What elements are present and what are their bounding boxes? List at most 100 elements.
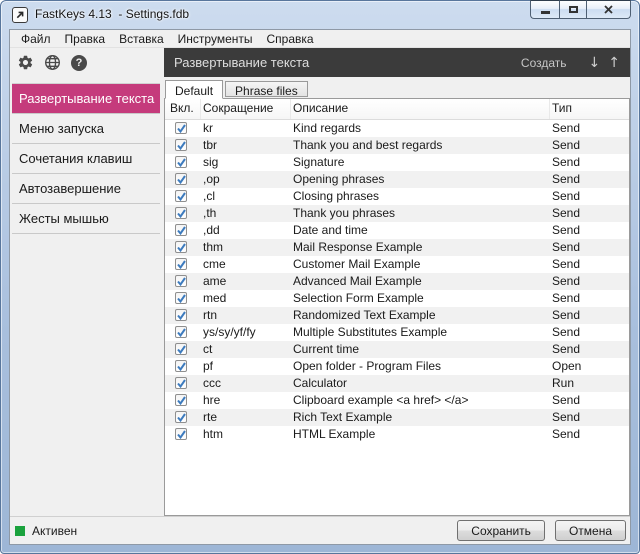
help-icon[interactable]: ?	[70, 54, 88, 72]
description-cell: Open folder - Program Files	[291, 358, 550, 375]
row-checkbox[interactable]	[175, 156, 187, 168]
type-cell: Send	[550, 426, 629, 443]
tab-phrase-files[interactable]: Phrase files	[225, 81, 308, 97]
cancel-button[interactable]: Отмена	[555, 520, 626, 541]
checkbox-cell	[165, 120, 201, 137]
description-cell: Calculator	[291, 375, 550, 392]
sidebar-list: Развертывание текстаМеню запускаСочетани…	[12, 83, 160, 234]
table-row[interactable]: sigSignatureSend	[165, 154, 629, 171]
table-row[interactable]: hreClipboard example <a href> </a>Send	[165, 392, 629, 409]
section-title: Развертывание текста	[174, 55, 521, 70]
row-checkbox[interactable]	[175, 411, 187, 423]
save-button[interactable]: Сохранить	[457, 520, 545, 541]
title-bar[interactable]: FastKeys 4.13 - Settings.fdb	[1, 1, 639, 29]
table-row[interactable]: ys/sy/yf/fyMultiple Substitutes ExampleS…	[165, 324, 629, 341]
type-cell: Send	[550, 341, 629, 358]
maximize-icon[interactable]	[559, 0, 586, 19]
menu-item[interactable]: Справка	[260, 30, 321, 48]
type-cell: Send	[550, 154, 629, 171]
abbreviation-cell: cme	[201, 256, 291, 273]
table-row[interactable]: ctCurrent timeSend	[165, 341, 629, 358]
row-checkbox[interactable]	[175, 326, 187, 338]
table-row[interactable]: thmMail Response ExampleSend	[165, 239, 629, 256]
sidebar-item[interactable]: Развертывание текста	[12, 84, 160, 114]
minimize-icon[interactable]	[530, 0, 559, 19]
create-button[interactable]: Создать	[521, 56, 567, 70]
type-cell: Send	[550, 256, 629, 273]
description-cell: Opening phrases	[291, 171, 550, 188]
type-cell: Send	[550, 409, 629, 426]
description-cell: Multiple Substitutes Example	[291, 324, 550, 341]
table-row[interactable]: ,clClosing phrasesSend	[165, 188, 629, 205]
row-checkbox[interactable]	[175, 343, 187, 355]
row-checkbox[interactable]	[175, 190, 187, 202]
description-cell: Rich Text Example	[291, 409, 550, 426]
abbreviation-cell: ,th	[201, 205, 291, 222]
table-row[interactable]: htmHTML ExampleSend	[165, 426, 629, 443]
sidebar-item[interactable]: Жесты мышью	[12, 204, 160, 234]
menu-item[interactable]: Правка	[58, 30, 113, 48]
table-row[interactable]: ameAdvanced Mail ExampleSend	[165, 273, 629, 290]
type-cell: Send	[550, 273, 629, 290]
table-row[interactable]: rteRich Text ExampleSend	[165, 409, 629, 426]
checkbox-cell	[165, 171, 201, 188]
row-checkbox[interactable]	[175, 275, 187, 287]
row-checkbox[interactable]	[175, 394, 187, 406]
row-checkbox[interactable]	[175, 224, 187, 236]
abbreviation-cell: ccc	[201, 375, 291, 392]
row-checkbox[interactable]	[175, 241, 187, 253]
move-down-icon[interactable]: ↓	[589, 55, 601, 71]
gear-icon[interactable]	[16, 54, 34, 72]
abbreviation-cell: ys/sy/yf/fy	[201, 324, 291, 341]
menu-item[interactable]: Инструменты	[171, 30, 260, 48]
table-row[interactable]: cmeCustomer Mail ExampleSend	[165, 256, 629, 273]
move-up-icon[interactable]: ↑	[608, 55, 620, 71]
abbreviation-cell: ,cl	[201, 188, 291, 205]
sidebar-item[interactable]: Автозавершение	[12, 174, 160, 204]
row-checkbox[interactable]	[175, 377, 187, 389]
menu-item[interactable]: Файл	[14, 30, 58, 48]
globe-icon[interactable]	[43, 54, 61, 72]
checkbox-cell	[165, 426, 201, 443]
table-row[interactable]: krKind regardsSend	[165, 120, 629, 137]
description-cell: Kind regards	[291, 120, 550, 137]
client-area: ФайлПравкаВставкаИнструментыСправка ? Ра…	[9, 29, 631, 545]
row-checkbox[interactable]	[175, 122, 187, 134]
column-header: Вкл.	[165, 99, 201, 119]
row-checkbox[interactable]	[175, 428, 187, 440]
tab-default[interactable]: Default	[165, 80, 223, 99]
abbreviation-cell: med	[201, 290, 291, 307]
abbreviation-cell: hre	[201, 392, 291, 409]
table-row[interactable]: tbrThank you and best regardsSend	[165, 137, 629, 154]
row-checkbox[interactable]	[175, 258, 187, 270]
description-cell: Thank you phrases	[291, 205, 550, 222]
table-row[interactable]: rtnRandomized Text ExampleSend	[165, 307, 629, 324]
checkbox-cell	[165, 358, 201, 375]
row-checkbox[interactable]	[175, 309, 187, 321]
type-cell: Send	[550, 171, 629, 188]
sidebar-item[interactable]: Меню запуска	[12, 114, 160, 144]
table-row[interactable]: cccCalculatorRun	[165, 375, 629, 392]
row-checkbox[interactable]	[175, 207, 187, 219]
table-row[interactable]: medSelection Form ExampleSend	[165, 290, 629, 307]
row-checkbox[interactable]	[175, 360, 187, 372]
window-title: FastKeys 4.13 - Settings.fdb	[35, 1, 189, 29]
row-checkbox[interactable]	[175, 139, 187, 151]
description-cell: Thank you and best regards	[291, 137, 550, 154]
sidebar-item[interactable]: Сочетания клавиш	[12, 144, 160, 174]
table-row[interactable]: ,thThank you phrasesSend	[165, 205, 629, 222]
table-row[interactable]: pfOpen folder - Program FilesOpen	[165, 358, 629, 375]
checkbox-cell	[165, 341, 201, 358]
window-frame: FastKeys 4.13 - Settings.fdb ФайлПравкаВ…	[0, 0, 640, 554]
description-cell: Current time	[291, 341, 550, 358]
close-icon[interactable]	[586, 0, 631, 19]
row-checkbox[interactable]	[175, 292, 187, 304]
checkbox-cell	[165, 409, 201, 426]
row-checkbox[interactable]	[175, 173, 187, 185]
menu-item[interactable]: Вставка	[112, 30, 171, 48]
checkbox-cell	[165, 222, 201, 239]
sidebar: Развертывание текстаМеню запускаСочетани…	[10, 77, 164, 516]
table-row[interactable]: ,ddDate and timeSend	[165, 222, 629, 239]
abbreviation-cell: pf	[201, 358, 291, 375]
table-row[interactable]: ,opOpening phrasesSend	[165, 171, 629, 188]
